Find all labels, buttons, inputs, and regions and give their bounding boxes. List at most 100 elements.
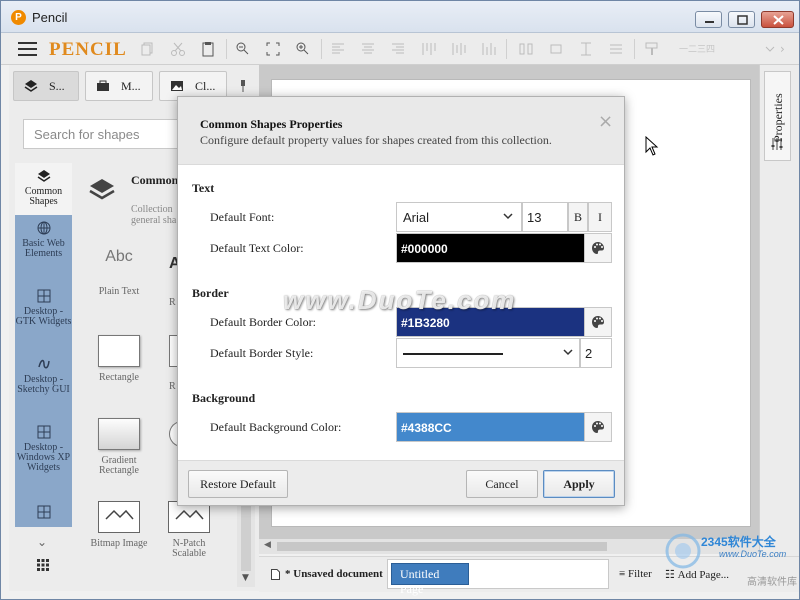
- filter-button[interactable]: ≡ Filter: [619, 568, 652, 580]
- rectangle-preview: [98, 335, 140, 367]
- zoom-in-icon[interactable]: [294, 40, 312, 58]
- close-icon: [773, 15, 784, 25]
- shape-gradient-rectangle[interactable]: Gradient Rectangle: [89, 418, 149, 476]
- fit-icon[interactable]: [264, 40, 282, 58]
- apps-grid-icon[interactable]: [37, 559, 49, 575]
- squiggle-icon: [37, 359, 50, 369]
- shape-n-patch-scalable[interactable]: N-Patch Scalable: [159, 501, 219, 559]
- collection-sketchy-gui[interactable]: Desktop - Sketchy GUI: [15, 351, 72, 419]
- section-border: Border: [192, 286, 229, 300]
- font-size-input[interactable]: 13: [522, 202, 568, 232]
- dialog-title: Common Shapes Properties: [200, 117, 343, 131]
- paste-icon[interactable]: [199, 40, 217, 58]
- label-default-background-color: Default Background Color:: [210, 420, 342, 434]
- partial-shape-label: R: [169, 297, 176, 308]
- align-top-icon[interactable]: [419, 40, 437, 58]
- cancel-button[interactable]: Cancel: [466, 470, 538, 498]
- restore-default-button[interactable]: Restore Default: [188, 470, 288, 498]
- mouse-cursor-icon: [645, 136, 659, 156]
- align-bottom-icon[interactable]: [479, 40, 497, 58]
- sliders-icon[interactable]: [770, 137, 784, 155]
- maximize-icon: [737, 15, 748, 25]
- scroll-down-arrow-icon[interactable]: ▼: [242, 573, 249, 583]
- border-style-select[interactable]: [396, 338, 580, 368]
- background-color-picker-button[interactable]: [584, 412, 612, 442]
- grid-icon: [37, 289, 50, 303]
- layers-icon: [24, 79, 38, 97]
- toolbox-icon: [96, 79, 110, 97]
- bold-toggle[interactable]: B: [568, 202, 588, 232]
- window-title: Pencil: [32, 10, 68, 25]
- distribute-icon[interactable]: [517, 40, 535, 58]
- globe-icon: [37, 221, 50, 235]
- shape-rectangle[interactable]: Rectangle: [89, 335, 149, 383]
- chevron-down-icon: [503, 213, 513, 220]
- shape-bitmap-image[interactable]: Bitmap Image: [89, 501, 149, 549]
- section-background: Background: [192, 391, 256, 405]
- close-window-button[interactable]: [761, 11, 794, 28]
- grid-icon: [37, 505, 50, 519]
- dialog-header: Common Shapes Properties Configure defau…: [178, 97, 624, 165]
- tab-my-collections[interactable]: M...: [85, 71, 153, 101]
- border-width-input[interactable]: 2: [580, 338, 612, 368]
- dialog-close-icon[interactable]: ×: [598, 111, 613, 132]
- label-default-border-style: Default Border Style:: [210, 346, 314, 360]
- search-shapes-input[interactable]: Search for shapes: [23, 119, 183, 149]
- dialog-footer: Restore Default Cancel Apply: [178, 460, 624, 505]
- pin-icon[interactable]: [238, 80, 248, 92]
- page-tabs: Untitled Page: [387, 559, 609, 596]
- background-color-field[interactable]: #4388CC: [396, 412, 586, 442]
- right-side-bar: Properties: [759, 65, 799, 591]
- collection-description: Collection general sha: [131, 204, 177, 226]
- font-family-select[interactable]: Arial: [396, 202, 522, 232]
- list-icon[interactable]: [607, 40, 625, 58]
- scroll-left-arrow-icon[interactable]: ◀: [264, 540, 271, 550]
- partial-shape-label: R: [169, 381, 176, 392]
- palette-icon: [592, 421, 604, 433]
- font-family-hint[interactable]: 一二三四: [679, 42, 715, 55]
- menu-hamburger-icon[interactable]: [18, 42, 37, 56]
- chevron-down-icon: [563, 349, 573, 356]
- align-left-icon[interactable]: [329, 40, 347, 58]
- font-chevron-down-icon[interactable]: [761, 40, 779, 58]
- shape-plain-text[interactable]: Abc Plain Text: [89, 249, 149, 297]
- border-color-picker-button[interactable]: [584, 307, 612, 337]
- collection-windows-xp-widgets[interactable]: Desktop - Windows XP Widgets: [15, 419, 72, 499]
- tab-untitled-page[interactable]: Untitled Page: [391, 563, 469, 596]
- maximize-button[interactable]: [728, 11, 755, 28]
- text-color-picker-button[interactable]: [584, 233, 612, 263]
- title-bar: P Pencil: [1, 1, 799, 33]
- image-icon: [170, 79, 184, 97]
- italic-toggle[interactable]: I: [588, 202, 612, 232]
- collection-gtk-widgets[interactable]: Desktop - GTK Widgets: [15, 283, 72, 351]
- collection-common-shapes[interactable]: Common Shapes: [15, 163, 72, 215]
- main-toolbar: PENCIL 一二三四 ›: [1, 33, 799, 65]
- zoom-out-icon[interactable]: [234, 40, 252, 58]
- label-default-text-color: Default Text Color:: [210, 241, 304, 255]
- align-center-icon[interactable]: [359, 40, 377, 58]
- format-painter-icon[interactable]: [643, 40, 661, 58]
- apply-button[interactable]: Apply: [543, 470, 615, 498]
- align-right-icon[interactable]: [389, 40, 407, 58]
- dialog-subtitle: Configure default property values for sh…: [200, 133, 552, 147]
- document-status: * Unsaved document: [285, 568, 383, 580]
- collection-basic-web-elements[interactable]: Basic Web Elements: [15, 215, 72, 283]
- same-width-icon[interactable]: [547, 40, 565, 58]
- bitmap-image-icon: [98, 501, 140, 533]
- label-default-font: Default Font:: [210, 210, 275, 224]
- collection-list: Common Shapes Basic Web Elements Desktop…: [15, 157, 72, 587]
- align-middle-icon[interactable]: [449, 40, 467, 58]
- text-color-field[interactable]: #000000: [396, 233, 586, 263]
- solid-line-preview: [403, 353, 503, 355]
- minimize-button[interactable]: [695, 11, 722, 28]
- corner-watermark-logo-icon: [665, 533, 701, 569]
- same-height-icon[interactable]: [577, 40, 595, 58]
- cut-icon[interactable]: [169, 40, 187, 58]
- copy-icon[interactable]: [139, 40, 157, 58]
- gradient-rectangle-preview: [98, 418, 140, 450]
- tab-shapes[interactable]: S...: [13, 71, 79, 101]
- palette-icon: [592, 242, 604, 254]
- toolbar-overflow-icon[interactable]: ›: [780, 42, 785, 56]
- collections-scroll-down-icon[interactable]: ⌄: [37, 535, 47, 549]
- collection-more[interactable]: [15, 499, 72, 527]
